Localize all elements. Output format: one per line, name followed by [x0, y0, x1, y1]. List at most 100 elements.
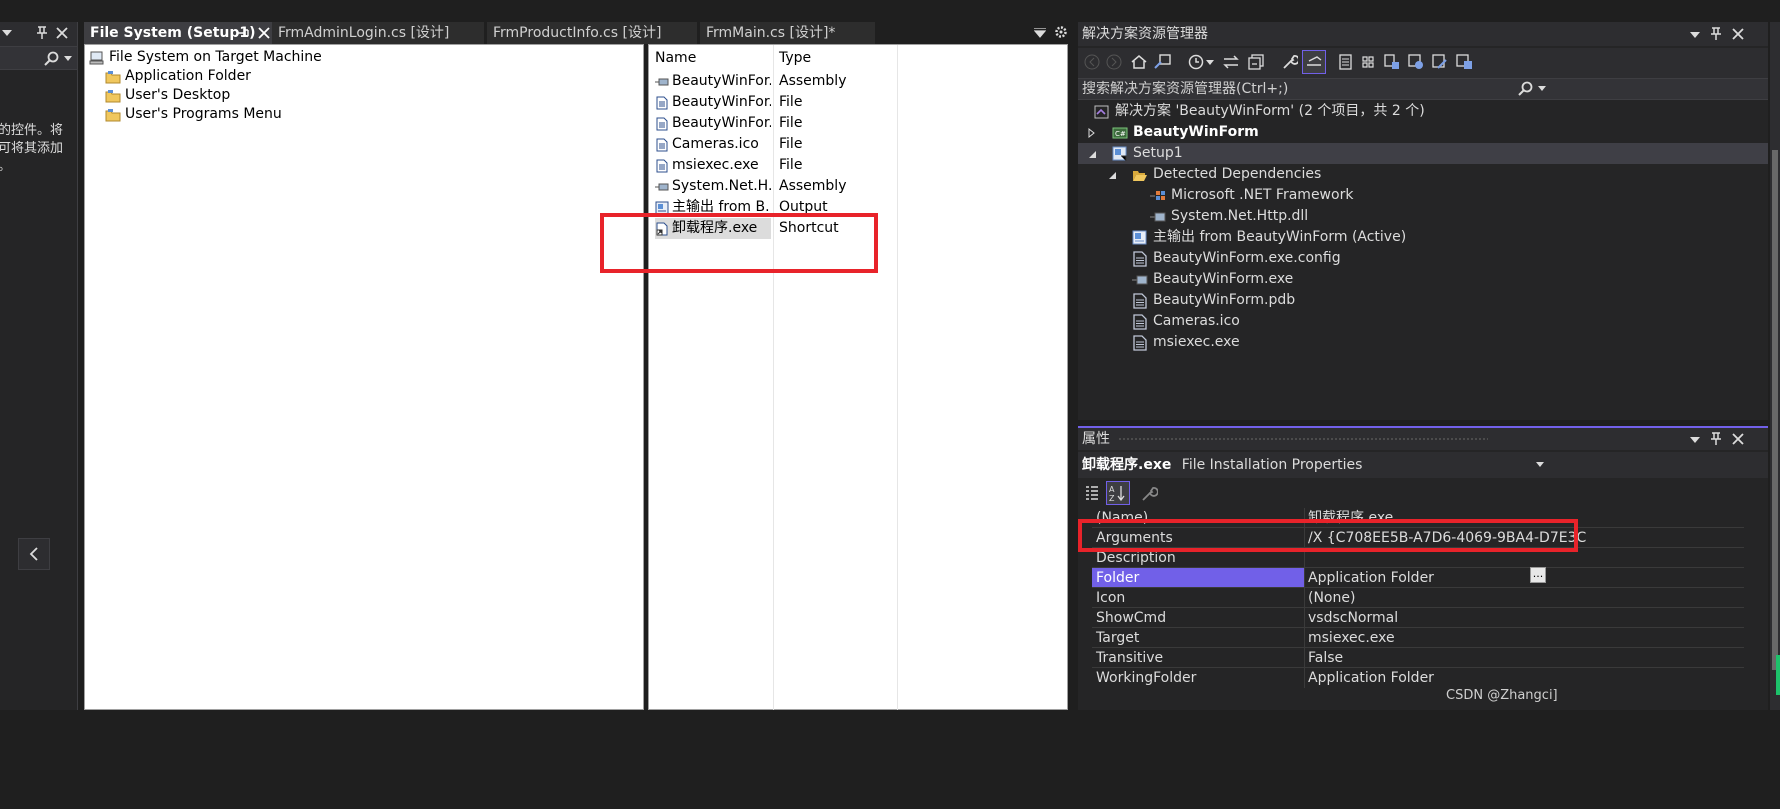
back-icon[interactable]: [1084, 54, 1100, 70]
tab-overflow-dropdown-icon[interactable]: [1034, 28, 1046, 38]
column-header-name[interactable]: Name: [649, 45, 696, 71]
preview-selected-icon[interactable]: [1302, 50, 1326, 74]
property-row-showcmd[interactable]: ShowCmd vsdscNormal: [1078, 608, 1768, 628]
column-header-type[interactable]: Type: [773, 45, 811, 71]
dropdown-icon[interactable]: [2, 30, 12, 38]
pending-changes-icon[interactable]: [1188, 54, 1204, 70]
tree-item-users-desktop[interactable]: User's Desktop: [105, 86, 230, 105]
object-selector[interactable]: 卸载程序.exe File Installation Properties: [1078, 452, 1768, 478]
property-value[interactable]: False: [1306, 648, 1742, 668]
dropdown-icon[interactable]: [1690, 27, 1700, 41]
collapse-arrow-icon[interactable]: [1106, 164, 1118, 185]
tree-item-label: BeautyWinForm.exe.config: [1153, 250, 1341, 266]
search-icon[interactable]: [44, 51, 60, 67]
property-row-workingfolder[interactable]: WorkingFolder Application Folder: [1078, 668, 1768, 688]
properties-icon[interactable]: [1338, 54, 1354, 70]
file-system-editor-icon[interactable]: [1360, 54, 1376, 70]
property-value[interactable]: vsdscNormal: [1306, 608, 1742, 628]
tree-item-target-machine[interactable]: File System on Target Machine: [89, 48, 322, 67]
gear-icon[interactable]: [1054, 25, 1068, 39]
file-icon: [655, 117, 669, 131]
user-interface-editor-icon[interactable]: [1432, 54, 1448, 70]
pin-icon[interactable]: [1710, 432, 1722, 446]
close-tab-icon[interactable]: [258, 27, 270, 39]
switch-views-icon[interactable]: [1154, 54, 1172, 70]
detected-dependencies-node[interactable]: Detected Dependencies: [1078, 164, 1768, 185]
pin-icon[interactable]: [1710, 27, 1722, 41]
grid-divider: [1304, 588, 1305, 608]
close-icon[interactable]: [56, 27, 68, 39]
property-row-transitive[interactable]: Transitive False: [1078, 648, 1768, 668]
toolbox-panel: 的控件。将 可将其添加 。: [0, 22, 78, 809]
file-system-designer: File System on Target Machine Applicatio…: [80, 44, 1070, 711]
tab-frmproductinfo[interactable]: FrmProductInfo.cs [设计]: [487, 22, 697, 44]
dropdown-icon[interactable]: [1690, 432, 1700, 446]
list-item-type: Assembly: [779, 178, 847, 194]
project-file-item[interactable]: Cameras.ico: [1078, 311, 1768, 332]
solution-explorer-search[interactable]: 搜索解决方案资源管理器(Ctrl+;): [1078, 78, 1768, 100]
property-pages-icon[interactable]: [1140, 484, 1158, 502]
wrench-icon[interactable]: [1282, 54, 1298, 70]
pin-icon[interactable]: [236, 26, 250, 40]
list-item-type: File: [779, 115, 803, 131]
vertical-scrollbar[interactable]: [1770, 22, 1780, 712]
project-file-item[interactable]: BeautyWinForm.exe.config: [1078, 248, 1768, 269]
tab-frmadminlogin[interactable]: FrmAdminLogin.cs [设计]: [272, 22, 484, 44]
property-value[interactable]: (None): [1306, 588, 1742, 608]
toolbox-search[interactable]: [0, 46, 77, 70]
sync-icon[interactable]: [1222, 54, 1240, 70]
property-value[interactable]: Application Folder: [1306, 568, 1742, 588]
pin-icon[interactable]: [36, 26, 48, 40]
tab-file-system[interactable]: File System (Setup1): [84, 22, 276, 44]
properties-panel: 属性 卸载程序.exe File Installation Properties…: [1078, 426, 1768, 712]
close-icon[interactable]: [1732, 27, 1744, 41]
list-item-name: Cameras.ico: [672, 136, 759, 152]
expand-arrow-icon[interactable]: [1086, 122, 1098, 143]
property-name: ShowCmd: [1096, 610, 1167, 626]
property-value[interactable]: Application Folder: [1306, 668, 1742, 688]
close-icon[interactable]: [1732, 432, 1744, 446]
property-row-target[interactable]: Target msiexec.exe: [1078, 628, 1768, 648]
list-item-name: msiexec.exe: [672, 157, 759, 173]
bottom-area: [0, 710, 1780, 809]
project-output-item[interactable]: 主输出 from BeautyWinForm (Active): [1078, 227, 1768, 248]
registry-editor-icon[interactable]: [1384, 54, 1400, 70]
tab-label: FrmMain.cs [设计]*: [706, 25, 836, 41]
dependency-item[interactable]: Microsoft .NET Framework: [1078, 185, 1768, 206]
browse-ellipsis-button[interactable]: ...: [1530, 567, 1546, 583]
project-file-item[interactable]: msiexec.exe: [1078, 332, 1768, 353]
tree-item-label: Application Folder: [125, 68, 251, 84]
solution-node[interactable]: 解决方案 'BeautyWinForm' (2 个项目，共 2 个): [1078, 101, 1768, 122]
property-row-icon[interactable]: Icon (None): [1078, 588, 1768, 608]
project-node-setup1[interactable]: Setup1: [1078, 143, 1768, 164]
search-dropdown-icon[interactable]: [64, 56, 72, 62]
collapse-all-icon[interactable]: [1248, 54, 1264, 70]
panel-title-text: 属性: [1082, 431, 1110, 447]
computer-icon: [89, 50, 105, 66]
home-icon[interactable]: [1130, 54, 1148, 70]
project-node-beautywinform[interactable]: C# BeautyWinForm: [1078, 122, 1768, 143]
dropdown-icon[interactable]: [1206, 60, 1214, 66]
search-dropdown-icon[interactable]: [1538, 86, 1546, 92]
file-icon: [1132, 313, 1148, 330]
collapse-panel-button[interactable]: [18, 538, 50, 570]
custom-actions-editor-icon[interactable]: [1456, 54, 1474, 70]
property-row-folder[interactable]: Folder Application Folder: [1078, 568, 1768, 588]
property-value[interactable]: msiexec.exe: [1306, 628, 1742, 648]
tree-item-users-programs-menu[interactable]: User's Programs Menu: [105, 105, 282, 124]
categorized-icon[interactable]: [1084, 485, 1100, 501]
collapse-arrow-icon[interactable]: [1086, 143, 1098, 164]
dependency-item[interactable]: System.Net.Http.dll: [1078, 206, 1768, 227]
file-types-editor-icon[interactable]: [1408, 54, 1424, 70]
grid-divider: [1304, 648, 1305, 668]
search-icon[interactable]: [1518, 81, 1534, 97]
alphabetical-icon[interactable]: AZ: [1106, 481, 1130, 505]
project-file-item[interactable]: BeautyWinForm.pdb: [1078, 290, 1768, 311]
tree-item-application-folder[interactable]: Application Folder: [105, 67, 251, 86]
project-file-item[interactable]: BeautyWinForm.exe: [1078, 269, 1768, 290]
scrollbar-thumb[interactable]: [1772, 150, 1778, 670]
tab-label: File System (Setup1): [90, 25, 256, 41]
forward-icon[interactable]: [1106, 54, 1122, 70]
tab-frmmain[interactable]: FrmMain.cs [设计]*: [700, 22, 875, 44]
solution-explorer-toolbar: [1078, 48, 1768, 78]
